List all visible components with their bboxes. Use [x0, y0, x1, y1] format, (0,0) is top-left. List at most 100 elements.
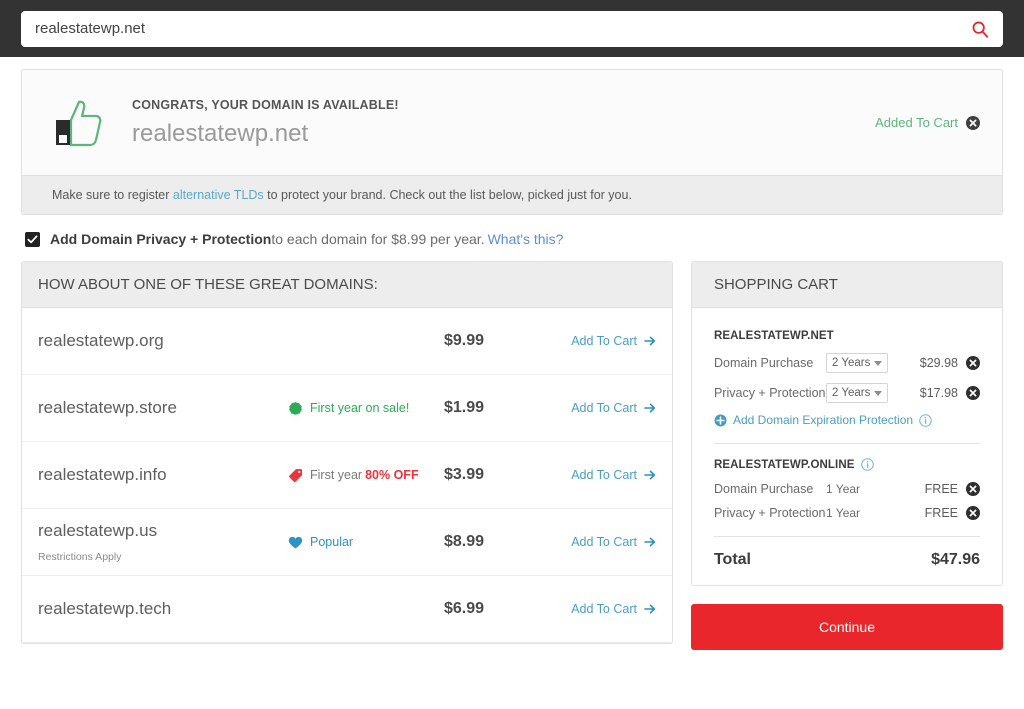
suggested-domains-card: HOW ABOUT ONE OF THESE GREAT DOMAINS: re… [21, 261, 673, 644]
domain-restriction: Restrictions Apply [38, 551, 288, 563]
chevron-down-icon [874, 361, 882, 366]
search-input[interactable] [35, 20, 971, 37]
domain-badge: First year 80% OFF [288, 468, 444, 483]
domain-row: realestatewp.tech $6.99 Add To Cart [22, 576, 672, 643]
domain-row: realestatewp.infoFirst year 80% OFF$3.99… [22, 442, 672, 509]
domain-row: realestatewp.us Restrictions Apply Popular… [22, 509, 672, 576]
domain-name-wrap: realestatewp.tech [38, 599, 288, 619]
cart-term-select[interactable]: 2 Years [826, 353, 888, 373]
domain-row: realestatewp.store First year on sale! $1.… [22, 375, 672, 442]
domain-privacy-detail: to each domain for $8.99 per year. [271, 231, 484, 247]
cart-total-label: Total [714, 551, 931, 569]
add-expiration-protection-link[interactable]: Add Domain Expiration Protection [714, 413, 980, 427]
domain-name: realestatewp.us [38, 521, 288, 541]
arrow-right-icon [644, 335, 656, 347]
add-to-cart-button[interactable]: Add To Cart [554, 334, 656, 348]
add-to-cart-label: Add To Cart [571, 401, 637, 415]
search-box[interactable] [21, 11, 1003, 47]
shopping-cart-body: REALESTATEWP.NETDomain Purchase2 Years$2… [692, 308, 1002, 585]
remove-item-icon[interactable] [966, 506, 980, 520]
content-columns: HOW ABOUT ONE OF THESE GREAT DOMAINS: re… [21, 261, 1003, 650]
arrow-right-icon [644, 603, 656, 615]
arrow-right-icon [644, 536, 656, 548]
cart-term-value: 2 Years [832, 357, 870, 369]
cart-group-divider [714, 443, 980, 444]
cart-total-row: Total $47.96 [714, 551, 980, 569]
domain-price: $6.99 [444, 600, 554, 618]
add-to-cart-label: Add To Cart [571, 602, 637, 616]
cart-line-label: Privacy + Protection [714, 506, 826, 520]
cart-line-amount: FREE [902, 506, 958, 520]
shopping-cart-header: SHOPPING CART [692, 262, 1002, 308]
cart-line: Domain Purchase1 Year FREE [714, 482, 980, 496]
info-icon[interactable] [861, 458, 874, 471]
add-to-cart-button[interactable]: Add To Cart [554, 401, 656, 415]
domain-badge-label: First year [310, 468, 362, 482]
add-to-cart-button[interactable]: Add To Cart [554, 535, 656, 549]
cart-total-amount: $47.96 [931, 551, 980, 569]
cart-group: REALESTATEWP.ONLINE Domain Purchase1 Year… [714, 458, 980, 520]
note-suffix: to protect your brand. Check out the lis… [264, 188, 632, 202]
cart-group-domain: REALESTATEWP.ONLINE [714, 459, 855, 471]
cart-line-label: Domain Purchase [714, 356, 826, 370]
domain-name-wrap: realestatewp.org [38, 331, 288, 351]
domain-name: realestatewp.tech [38, 599, 288, 619]
cart-group-title: REALESTATEWP.ONLINE [714, 458, 980, 471]
domain-badge: First year on sale! [288, 401, 444, 416]
suggested-domains-list: realestatewp.org$9.99Add To Cartrealesta… [22, 308, 672, 643]
continue-button[interactable]: Continue [691, 604, 1003, 650]
whats-this-link[interactable]: What's this? [488, 231, 564, 247]
congrats-headline: CONGRATS, YOUR DOMAIN IS AVAILABLE! [132, 98, 875, 112]
remove-item-icon[interactable] [966, 482, 980, 496]
add-to-cart-button[interactable]: Add To Cart [554, 602, 656, 616]
cart-line-amount: $29.98 [902, 356, 958, 370]
cart-line: Privacy + Protection2 Years$17.98 [714, 383, 980, 403]
shopping-cart-card: SHOPPING CART REALESTATEWP.NETDomain Pur… [691, 261, 1003, 586]
cart-line-label: Domain Purchase [714, 482, 826, 496]
close-circle-icon[interactable] [966, 116, 980, 130]
remove-item-icon[interactable] [966, 386, 980, 400]
domain-badge-label: Popular [310, 535, 353, 549]
thumbs-up-icon [48, 95, 104, 151]
domain-name-wrap: realestatewp.us Restrictions Apply [38, 521, 288, 563]
remove-item-icon[interactable] [966, 356, 980, 370]
domain-name: realestatewp.store [38, 398, 288, 418]
add-to-cart-label: Add To Cart [571, 468, 637, 482]
add-to-cart-label: Add To Cart [571, 334, 637, 348]
add-to-cart-button[interactable]: Add To Cart [554, 468, 656, 482]
alternative-tlds-link[interactable]: alternative TLDs [173, 188, 264, 202]
search-icon[interactable] [971, 20, 989, 38]
cart-term-value: 2 Years [832, 387, 870, 399]
cart-group: REALESTATEWP.NETDomain Purchase2 Years$2… [714, 330, 980, 444]
top-search-bar [0, 0, 1024, 57]
cart-line: Domain Purchase 2 Years $29.98 [714, 353, 980, 373]
domain-privacy-checkbox[interactable] [25, 232, 40, 247]
cart-column: SHOPPING CART REALESTATEWP.NETDomain Pur… [691, 261, 1003, 650]
domain-name: realestatewp.org [38, 331, 288, 351]
cart-line: Privacy + Protection1 Year FREE [714, 506, 980, 520]
domain-badge-label: First year on sale! [310, 401, 409, 415]
info-icon[interactable] [919, 414, 932, 427]
arrow-right-icon [644, 469, 656, 481]
availability-banner: CONGRATS, YOUR DOMAIN IS AVAILABLE! real… [21, 69, 1003, 215]
add-to-cart-label: Add To Cart [571, 535, 637, 549]
price-tag-icon [288, 468, 303, 483]
cart-term-value: 1 Year [826, 506, 888, 520]
starburst-icon [288, 401, 303, 416]
alternative-tlds-note: Make sure to register alternative TLDs t… [22, 175, 1002, 214]
suggested-domains-header: HOW ABOUT ONE OF THESE GREAT DOMAINS: [22, 262, 672, 308]
availability-text: CONGRATS, YOUR DOMAIN IS AVAILABLE! real… [132, 98, 875, 148]
domain-name: realestatewp.info [38, 465, 288, 485]
domain-badge-highlight: 80% OFF [365, 468, 419, 482]
domain-price: $3.99 [444, 466, 554, 484]
domain-privacy-label: Add Domain Privacy + Protection [50, 231, 271, 247]
domain-name-wrap: realestatewp.store [38, 398, 288, 418]
cart-term-value: 1 Year [826, 482, 888, 496]
cart-line-amount: FREE [902, 482, 958, 496]
cart-line-label: Privacy + Protection [714, 386, 826, 400]
cart-term-select[interactable]: 2 Years [826, 383, 888, 403]
domain-price: $1.99 [444, 399, 554, 417]
congrats-domain: realestatewp.net [132, 120, 875, 148]
domain-privacy-row: Add Domain Privacy + Protection to each … [21, 215, 1003, 261]
added-to-cart-status[interactable]: Added To Cart [875, 115, 980, 130]
